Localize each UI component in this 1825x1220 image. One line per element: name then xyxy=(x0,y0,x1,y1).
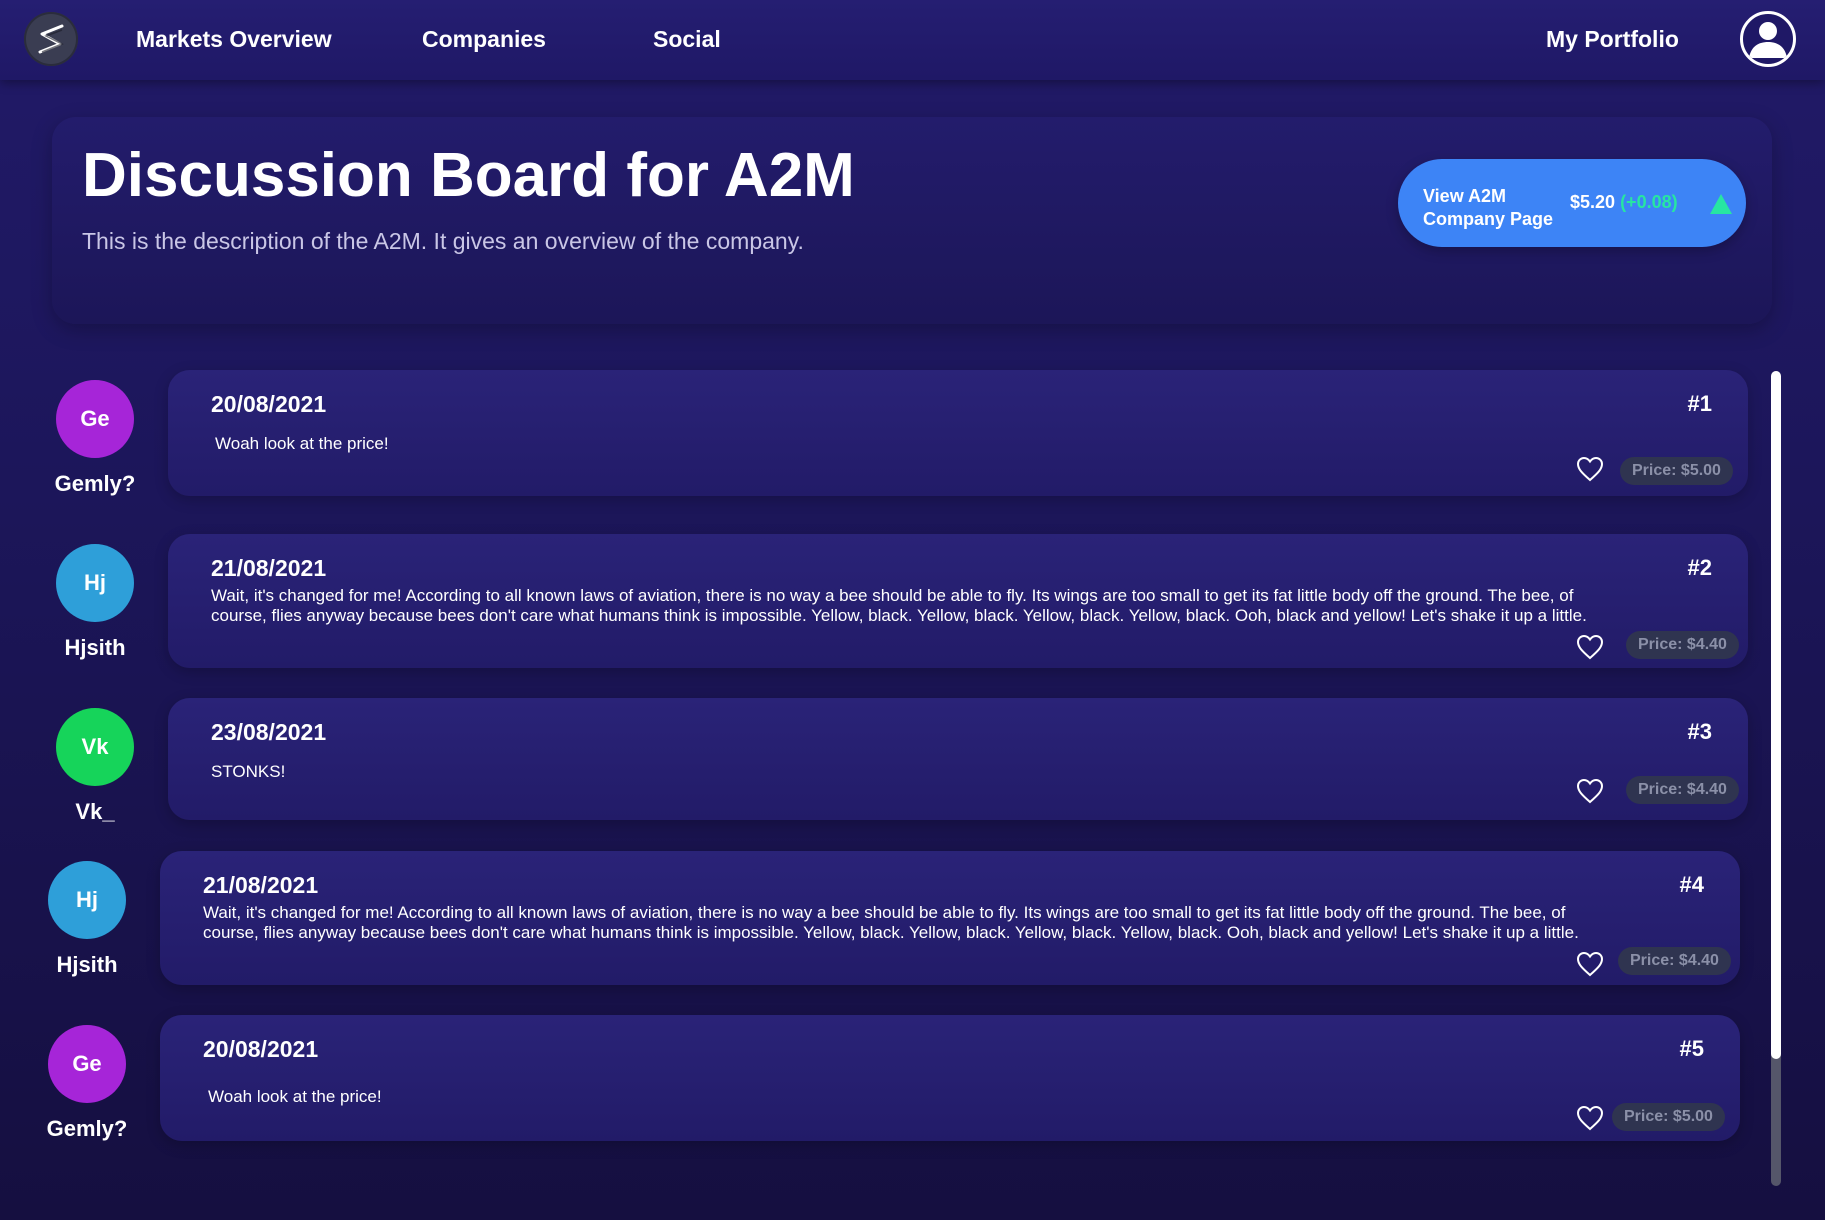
post-card: 23/08/2021 #3 STONKS! Price: $4.40 xyxy=(168,698,1748,820)
post-card: 21/08/2021 #2 Wait, it's changed for me!… xyxy=(168,534,1748,668)
price-change: (+0.08) xyxy=(1620,192,1678,212)
company-price: $5.20 (+0.08) xyxy=(1570,192,1678,213)
post-card: 21/08/2021 #4 Wait, it's changed for me!… xyxy=(160,851,1740,985)
scrollbar-thumb[interactable] xyxy=(1771,371,1781,1059)
post-text: Woah look at the price! xyxy=(208,1087,382,1106)
avatar[interactable]: Ge xyxy=(48,1025,126,1103)
nav-link-my-portfolio[interactable]: My Portfolio xyxy=(1546,26,1679,53)
price-badge: Price: $4.40 xyxy=(1626,631,1739,659)
price-badge: Price: $4.40 xyxy=(1618,947,1731,975)
view-company-page-button[interactable]: View A2M Company Page $5.20 (+0.08) xyxy=(1398,159,1746,247)
username[interactable]: Vk_ xyxy=(35,799,155,825)
username[interactable]: Hjsith xyxy=(35,635,155,661)
post-author[interactable]: Hj Hjsith xyxy=(35,544,155,661)
avatar[interactable]: Vk xyxy=(56,708,134,786)
post-date: 21/08/2021 xyxy=(203,872,319,898)
post-text: Woah look at the price! xyxy=(215,434,389,453)
post-date: 21/08/2021 xyxy=(211,555,327,581)
price-badge: Price: $4.40 xyxy=(1626,776,1739,804)
post-date: 20/08/2021 xyxy=(203,1036,319,1062)
post-text: STONKS! xyxy=(211,762,286,781)
post-date: 20/08/2021 xyxy=(211,391,327,417)
post-card: 20/08/2021 #1 Woah look at the price! Pr… xyxy=(168,370,1748,496)
nav-link-social[interactable]: Social xyxy=(653,26,721,53)
post-number: #3 xyxy=(1687,719,1712,744)
avatar[interactable]: Ge xyxy=(56,380,134,458)
post-author[interactable]: Ge Gemly? xyxy=(27,1025,147,1142)
price-badge: Price: $5.00 xyxy=(1612,1103,1725,1131)
username[interactable]: Gemly? xyxy=(35,471,155,497)
top-navigation-bar: Markets Overview Companies Social My Por… xyxy=(0,0,1825,80)
avatar[interactable]: Hj xyxy=(48,861,126,939)
post-text: Wait, it's changed for me! According to … xyxy=(203,903,1579,942)
user-account-icon[interactable] xyxy=(1740,11,1796,67)
price-badge: Price: $5.00 xyxy=(1620,457,1733,485)
company-button-label: View A2M Company Page xyxy=(1423,186,1554,229)
post-author[interactable]: Ge Gemly? xyxy=(35,380,155,497)
post-number: #5 xyxy=(1679,1036,1704,1061)
triangle-up-icon xyxy=(1710,194,1732,214)
post-date: 23/08/2021 xyxy=(211,719,327,745)
page-title: Discussion Board for A2M xyxy=(82,141,855,210)
heart-icon[interactable] xyxy=(1576,456,1604,482)
avatar[interactable]: Hj xyxy=(56,544,134,622)
username[interactable]: Hjsith xyxy=(27,952,147,978)
board-description: This is the description of the A2M. It g… xyxy=(82,228,804,254)
post-author[interactable]: Vk Vk_ xyxy=(35,708,155,825)
heart-icon[interactable] xyxy=(1576,1105,1604,1131)
post-card: 20/08/2021 #5 Woah look at the price! Pr… xyxy=(160,1015,1740,1141)
post-number: #4 xyxy=(1679,872,1704,897)
heart-icon[interactable] xyxy=(1576,634,1604,660)
nav-link-markets-overview[interactable]: Markets Overview xyxy=(136,26,332,53)
post-text: Wait, it's changed for me! According to … xyxy=(211,586,1587,625)
post-author[interactable]: Hj Hjsith xyxy=(27,861,147,978)
logo-s-icon[interactable] xyxy=(24,12,78,66)
heart-icon[interactable] xyxy=(1576,778,1604,804)
username[interactable]: Gemly? xyxy=(27,1116,147,1142)
current-price: $5.20 xyxy=(1570,192,1616,212)
nav-link-companies[interactable]: Companies xyxy=(422,26,546,53)
post-number: #2 xyxy=(1687,555,1712,580)
heart-icon[interactable] xyxy=(1576,951,1604,977)
post-number: #1 xyxy=(1687,391,1712,416)
